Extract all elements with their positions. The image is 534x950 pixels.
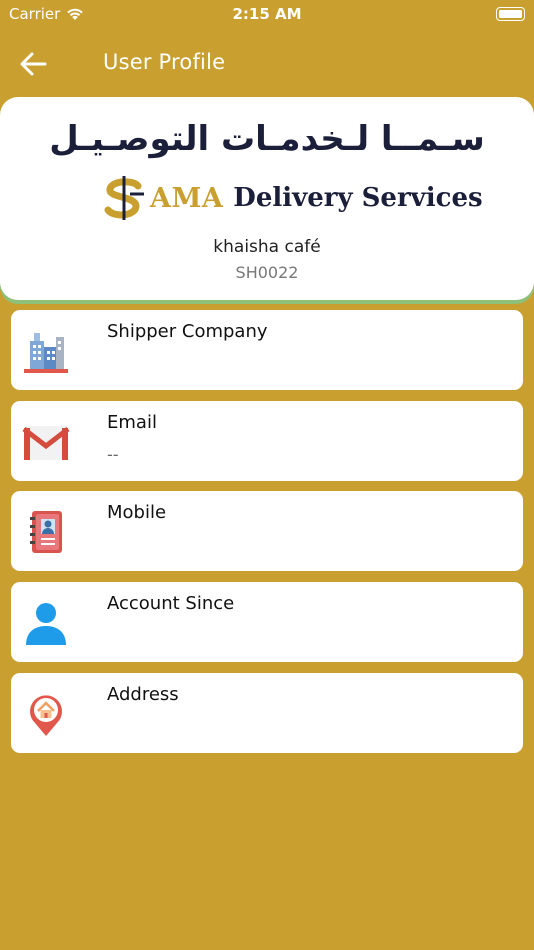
email-card[interactable]: Email -- <box>11 401 523 481</box>
company-logo: AMA Delivery Services <box>100 173 483 223</box>
shop-code: SH0022 <box>235 263 299 282</box>
field-value: -- <box>107 445 119 464</box>
logo-arabic-text: سـمــا لـخدمـات التوصـيـل <box>49 119 485 159</box>
field-label: Shipper Company <box>107 321 268 342</box>
user-icon <box>26 603 66 645</box>
battery-icon <box>496 7 525 21</box>
profile-header-card: سـمــا لـخدمـات التوصـيـل AMA Delivery S… <box>0 97 534 300</box>
shop-name: khaisha café <box>213 237 321 257</box>
field-label: Email <box>107 412 157 433</box>
field-label: Account Since <box>107 593 235 614</box>
dollar-s-logo-icon <box>104 176 144 220</box>
logo-ama-text: AMA <box>150 182 224 214</box>
logo-delivery-text: Delivery Services <box>233 183 483 213</box>
status-bar: Carrier 2:15 AM <box>0 0 534 28</box>
account-since-card[interactable]: Account Since <box>11 582 523 662</box>
shipper-company-card[interactable]: Shipper Company <box>11 310 523 390</box>
address-card[interactable]: Address <box>11 673 523 753</box>
contact-book-icon <box>30 511 62 553</box>
map-pin-home-icon <box>30 695 63 736</box>
back-arrow-icon[interactable] <box>18 50 50 78</box>
office-building-icon <box>24 333 68 373</box>
status-time: 2:15 AM <box>232 5 302 23</box>
page-title: User Profile <box>103 50 226 74</box>
navigation-bar: User Profile <box>0 40 534 88</box>
gmail-icon <box>22 426 70 460</box>
mobile-card[interactable]: Mobile <box>11 491 523 571</box>
field-label: Address <box>107 684 179 705</box>
field-label: Mobile <box>107 502 167 523</box>
